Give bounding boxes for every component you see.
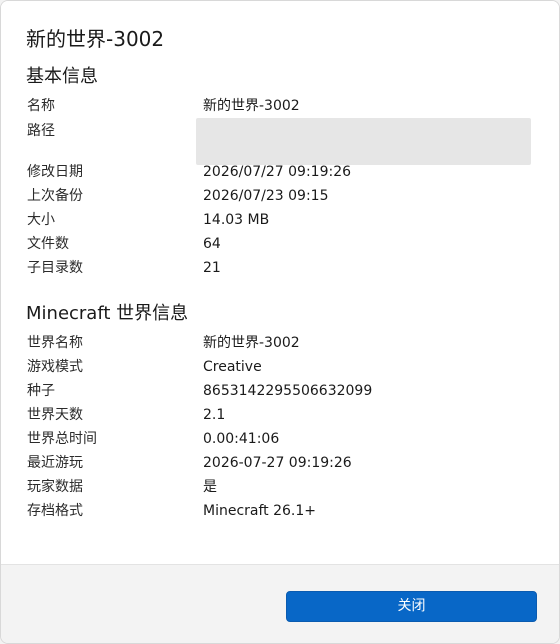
name-label: 名称 [27, 98, 55, 114]
world-days-value: 2.1 [203, 407, 226, 423]
save-format-label: 存档格式 [27, 503, 83, 519]
basic-info-heading: 基本信息 [26, 66, 98, 87]
world-info-dialog: 新的世界-3002 基本信息 名称 新的世界-3002 路径 修改日期 2026… [0, 0, 560, 644]
player-data-value: 是 [203, 479, 217, 495]
file-count-label: 文件数 [27, 236, 69, 252]
name-value: 新的世界-3002 [203, 98, 300, 114]
path-value-redacted [196, 118, 531, 165]
save-format-value: Minecraft 26.1+ [203, 503, 317, 519]
world-time-value: 0.00:41:06 [203, 431, 280, 447]
size-label: 大小 [27, 212, 55, 228]
seed-value: 8653142295506632099 [203, 383, 373, 399]
last-backup-label: 上次备份 [27, 188, 83, 204]
world-time-label: 世界总时间 [27, 431, 97, 447]
world-name-label: 世界名称 [27, 335, 83, 351]
close-button[interactable]: 关闭 [286, 591, 537, 622]
dialog-title: 新的世界-3002 [26, 27, 165, 51]
world-info-heading: Minecraft 世界信息 [26, 303, 189, 324]
size-value: 14.03 MB [203, 212, 270, 228]
game-mode-value: Creative [203, 359, 262, 375]
subdir-count-label: 子目录数 [27, 260, 83, 276]
game-mode-label: 游戏模式 [27, 359, 83, 375]
dialog-content: 新的世界-3002 基本信息 名称 新的世界-3002 路径 修改日期 2026… [1, 1, 559, 565]
subdir-count-value: 21 [203, 260, 221, 276]
player-data-label: 玩家数据 [27, 479, 83, 495]
file-count-value: 64 [203, 236, 221, 252]
last-backup-value: 2026/07/23 09:15 [203, 188, 329, 204]
path-label: 路径 [27, 123, 55, 139]
seed-label: 种子 [27, 383, 55, 399]
last-played-label: 最近游玩 [27, 455, 83, 471]
dialog-footer: 关闭 [1, 564, 559, 643]
world-name-value: 新的世界-3002 [203, 335, 300, 351]
last-played-value: 2026-07-27 09:19:26 [203, 455, 352, 471]
world-days-label: 世界天数 [27, 407, 83, 423]
modified-date-label: 修改日期 [27, 164, 83, 180]
modified-date-value: 2026/07/27 09:19:26 [203, 164, 352, 180]
